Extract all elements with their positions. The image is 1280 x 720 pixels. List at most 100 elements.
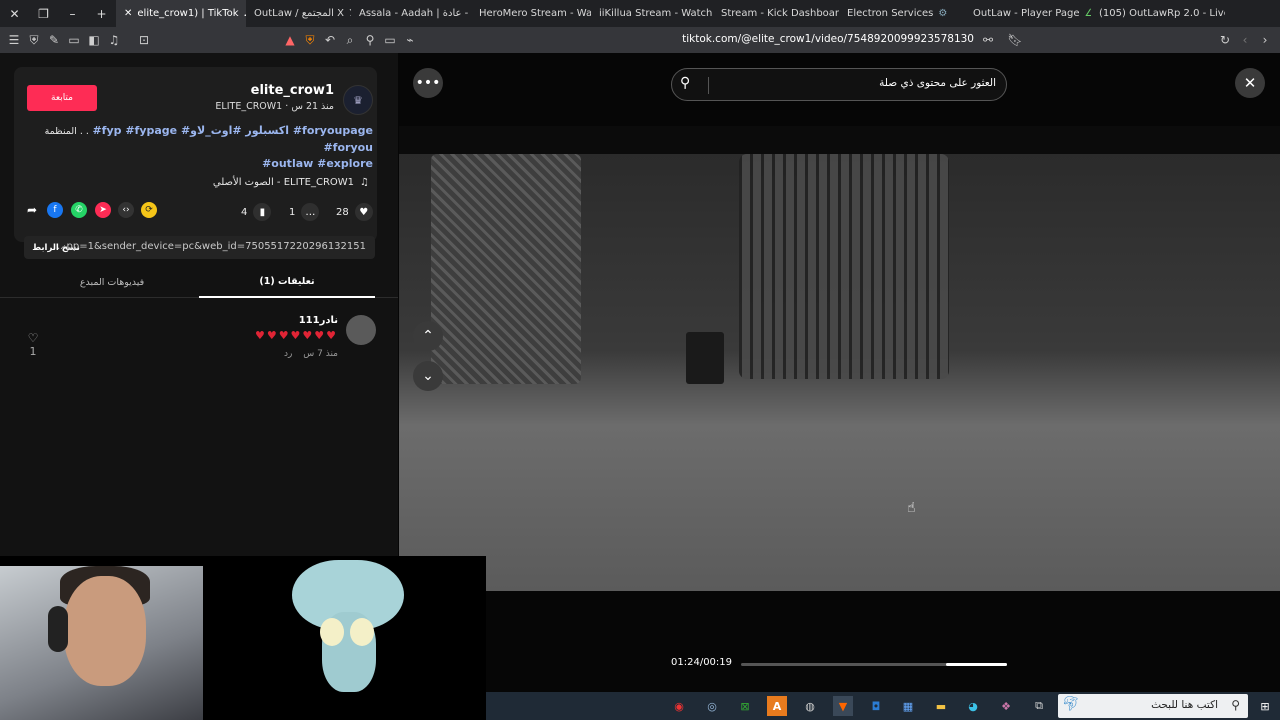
display-name: ELITE_CROW1	[215, 101, 283, 112]
store-icon[interactable]: ▦	[898, 696, 918, 716]
folder-icon[interactable]: ▬	[931, 696, 951, 716]
tab-electron[interactable]: Electron Services ⚙	[839, 0, 965, 27]
pin-icon[interactable]: ✎	[44, 27, 64, 53]
reply-link[interactable]: رد	[284, 349, 292, 359]
search-icon: ⚲	[1231, 698, 1240, 712]
hashtags-line-2[interactable]: #outlaw #explore	[262, 157, 373, 170]
close-icon[interactable]: ✕	[1235, 68, 1265, 98]
undo-icon[interactable]: ↶	[320, 27, 340, 53]
bookmark-icon[interactable]: 🔖︎	[1005, 27, 1025, 53]
tab-kick-dashboard[interactable]: Stream - Kick Dashboard K	[713, 0, 839, 27]
close-tab-icon[interactable]: ✕	[124, 8, 132, 19]
run-icon[interactable]: ⚲	[360, 27, 380, 53]
hashtags-line-1[interactable]: #fyp #fypage #اكسبلور #اوت_لاو #foryoupa…	[92, 124, 373, 154]
back-icon[interactable]: ‹	[1235, 27, 1255, 53]
like-counter[interactable]: 28 ♥	[336, 200, 373, 224]
commenter-name[interactable]: نادر111	[299, 315, 338, 326]
game-icon[interactable]: ◉	[669, 696, 689, 716]
tab-outlaw-player[interactable]: OutLaw - Player Page ∠	[965, 0, 1091, 27]
close-window-icon[interactable]: ✕	[0, 0, 29, 27]
chevron-down-icon[interactable]: ⌄	[413, 361, 443, 391]
comment-counter[interactable]: 1 …	[289, 200, 320, 224]
sound-name: الصوت الأصلي - ELITE_CROW1	[212, 177, 355, 188]
menu-icon[interactable]: ☰	[4, 27, 24, 53]
taskbar-search-input[interactable]: 🐬︎ اكتب هنا للبحث ⚲	[1058, 694, 1248, 718]
extension-icon[interactable]: ⌁	[400, 27, 420, 53]
like-count: 28	[336, 206, 349, 218]
related-search-input[interactable]: ⚲ العثور على محتوى ذي صلة	[671, 68, 1007, 101]
save-count: 4	[241, 206, 248, 218]
brave-rewards-icon[interactable]: ▲	[280, 27, 300, 53]
tab-creator-videos[interactable]: فيديوهات المبدع	[24, 267, 200, 298]
video-scene	[399, 154, 1280, 591]
search-icon[interactable]: ⌕	[340, 27, 360, 53]
address-bar[interactable]: ▲ ⛨ ↶ ⌕ ⚲ ▭ ⌁ tiktok.com/@elite_crow1/vi…	[280, 27, 1030, 53]
screenshot-icon[interactable]: ⊡	[134, 27, 154, 53]
comment-meta: منذ 7 س رد	[284, 349, 338, 359]
tab-heromero[interactable]: HeroMero Stream - Watch K	[471, 0, 591, 27]
tab-label: Electron Services	[847, 8, 934, 19]
minimize-window-icon[interactable]: –	[58, 0, 87, 27]
sidebar-icon[interactable]: ◧	[84, 27, 104, 53]
app-a-icon[interactable]: A	[767, 696, 787, 716]
tab-outlawrp[interactable]: (105) OutLawRp 2.0 - Live ▌	[1091, 0, 1225, 27]
brave-icon[interactable]: ▼	[833, 696, 853, 716]
post-time: منذ 21 س	[291, 101, 334, 112]
bookmark-icon: ▮	[253, 203, 272, 221]
screen-icon[interactable]: ▭	[380, 27, 400, 53]
telegram-icon[interactable]: ➤	[95, 202, 111, 218]
xbox-icon[interactable]: ⊠	[735, 696, 755, 716]
edge-icon[interactable]: ◕	[963, 696, 983, 716]
progress-bar[interactable]	[741, 663, 1007, 666]
commenter-avatar[interactable]	[346, 315, 376, 345]
outlook-icon[interactable]: ◘	[866, 696, 886, 716]
more-options-icon[interactable]: •••	[413, 68, 443, 98]
sound-row[interactable]: الصوت الأصلي - ELITE_CROW1 ♫	[213, 177, 369, 188]
username[interactable]: elite_crow1	[251, 83, 334, 98]
reload-icon[interactable]: ↻	[1215, 27, 1235, 53]
comment-like[interactable]: ♡ 1	[24, 331, 42, 358]
shield-icon[interactable]: ⛨	[24, 27, 44, 53]
copy-link-row: نسخ الرابط ...pp=1&sender_device=pc&web_…	[24, 236, 375, 259]
video-figure-right	[739, 154, 949, 379]
repost-icon[interactable]: ⟳	[141, 202, 157, 218]
tab-x[interactable]: OutLaw / المجتمع X 𝕏	[246, 0, 351, 27]
task-view-icon[interactable]: ⧉	[1029, 696, 1049, 716]
tab-iikillua[interactable]: iiKillua Stream - Watch Live K	[591, 0, 713, 27]
progress-fill	[945, 663, 1007, 666]
whatsapp-icon[interactable]: ✆	[71, 202, 87, 218]
site-settings-icon[interactable]: ⚯	[978, 27, 998, 53]
action-row: ➦ f ✆ ➤ ‹› ⟳ 4 ▮ 1 … 28 ♥	[0, 200, 398, 224]
tab-label: (105) OutLawRp 2.0 - Live	[1099, 8, 1225, 19]
follow-button[interactable]: متابعة	[27, 85, 97, 111]
save-counter[interactable]: 4 ▮	[241, 200, 272, 224]
tab-label: iiKillua Stream - Watch Live	[599, 8, 713, 19]
brave-shield-icon[interactable]: ⛨	[300, 27, 320, 53]
obs-icon[interactable]: ◍	[800, 696, 820, 716]
music-icon[interactable]: ♫	[104, 27, 124, 53]
author-subline: ELITE_CROW1 · منذ 21 س	[215, 101, 334, 112]
chevron-up-icon[interactable]: ⌃	[413, 321, 443, 351]
description-text: المنظمة . .	[44, 126, 89, 137]
new-tab-button[interactable]: +	[87, 0, 116, 27]
restore-window-icon[interactable]: ❐	[29, 0, 58, 27]
tabs-icon[interactable]: ▭	[64, 27, 84, 53]
tab-label: HeroMero Stream - Watch	[479, 8, 591, 19]
search-placeholder: العثور على محتوى ذي صلة	[879, 77, 996, 89]
video-frame[interactable]	[399, 126, 1280, 591]
forward-icon[interactable]: ›	[1255, 27, 1275, 53]
steam-icon[interactable]: ◎	[702, 696, 722, 716]
tab-comments[interactable]: تعليقات (1)	[199, 267, 375, 298]
facebook-icon[interactable]: f	[47, 202, 63, 218]
share-link[interactable]: ...pp=1&sender_device=pc&web_id=75055172…	[57, 241, 366, 252]
embed-icon[interactable]: ‹›	[118, 202, 134, 218]
dolphin-icon: 🐬︎	[1062, 696, 1080, 712]
copilot-icon[interactable]: ❖	[996, 696, 1016, 716]
tab-label: Assala - Aadah | أصالة - عادة	[359, 8, 471, 19]
share-arrow-icon[interactable]: ➦	[24, 202, 40, 218]
tab-tiktok[interactable]: ✕ elite_crow1) | TikTok ♪	[116, 0, 246, 27]
url-text: tiktok.com/@elite_crow1/video/7548920099…	[682, 33, 974, 45]
tab-youtube[interactable]: Assala - Aadah | أصالة - عادة ▶	[351, 0, 471, 27]
windows-start-icon[interactable]: ⊞	[1255, 696, 1275, 716]
avatar[interactable]: ♛	[343, 85, 373, 115]
